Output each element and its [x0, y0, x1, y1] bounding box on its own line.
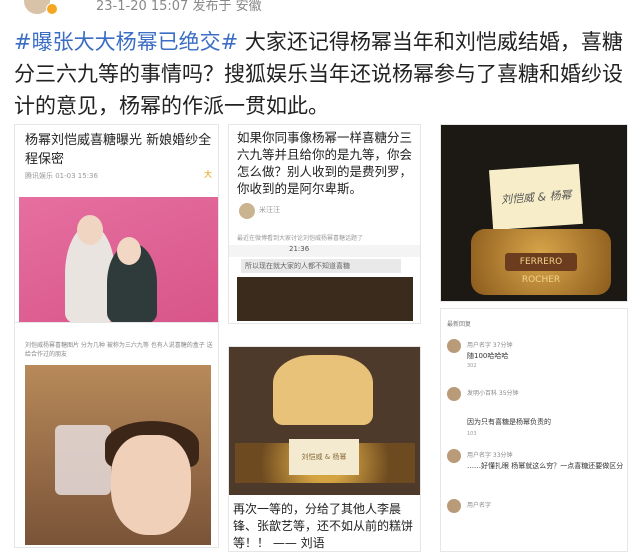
- comment-likes: 302: [467, 363, 477, 369]
- card-signature: 刘恺威 & 杨幂: [500, 188, 572, 207]
- comment-likes: 103: [467, 431, 477, 437]
- chocolate-photo: 刘恺威 & 杨幂: [229, 347, 420, 495]
- image-guy-macarons[interactable]: 刘恺威杨幂喜糖图片 分为几种 被称为三六九等 也有人说喜糖的盒子 送给合作过的朋…: [14, 322, 219, 548]
- image-chocolates[interactable]: 刘恺威 & 杨幂 再次一等的，分给了其他人李晨锋、张歆艺等，还不如从前的糕饼等！…: [228, 346, 421, 552]
- hashtag-link[interactable]: #曝张大大杨幂已绝交#: [14, 30, 238, 54]
- wedding-card: 刘恺威 & 杨幂: [289, 439, 359, 475]
- comment-name: 发明小百科 35分钟: [467, 390, 519, 397]
- avatar: [447, 339, 461, 353]
- avatar: [447, 449, 461, 463]
- guy-photo: [25, 365, 211, 545]
- comment-name: 用户名字: [467, 502, 492, 509]
- phone-status-bar: 21:36: [229, 245, 420, 257]
- avatar: [447, 387, 461, 401]
- comment-name: 用户名字 37分钟: [467, 342, 513, 349]
- chat-bubble: 所以现在就大家的人都不知道喜糖: [241, 259, 401, 273]
- verified-badge-icon: [46, 3, 58, 15]
- small-text: 最近在微博看到大家讨论刘恺威杨幂喜糖话题了: [237, 235, 364, 242]
- comment-body: 因为只有喜糖是杨幂负责的: [467, 418, 551, 426]
- ferrero-label: FERRERO ROCHER: [505, 253, 577, 285]
- comment-name: 用户名字 33分钟: [467, 452, 513, 459]
- avatar: [239, 203, 255, 219]
- image-gift-box[interactable]: 刘恺威 & 杨幂 FERRERO ROCHER: [440, 124, 628, 302]
- chocolate-caption: 再次一等的，分给了其他人李晨锋、张歆艺等，还不如从前的糕饼等！！ —— 刘语: [233, 502, 414, 550]
- image-news-card[interactable]: 杨幂刘恺威喜糖曝光 新娘婚纱全程保密 腾讯娱乐 01-03 15:36 大: [14, 124, 219, 324]
- avatar: [447, 499, 461, 513]
- comment-body: 随100哈哈哈: [467, 352, 509, 360]
- post-body: #曝张大大杨幂已绝交# 大家还记得杨幂当年和刘恺威结婚，喜糖分三六九等的事情吗？…: [14, 26, 630, 122]
- image-comments[interactable]: 最新回复 用户名字 37分钟 随100哈哈哈 302 发明小百科 35分钟 因为…: [440, 308, 628, 552]
- post-meta: 23-1-20 15:07 发布于 安徽: [96, 0, 262, 14]
- caption-small: 刘恺威杨幂喜糖图片 分为几种 被称为三六九等 也有人说喜糖的盒子 送给合作过的朋…: [25, 342, 213, 358]
- news-likes: 大: [204, 170, 212, 179]
- ferrero-box: FERRERO ROCHER: [471, 229, 611, 295]
- person-head: [117, 237, 141, 265]
- heart-chocolate-box: [273, 355, 373, 425]
- macaron-bag: [55, 425, 111, 495]
- post-header: 23-1-20 15:07 发布于 安徽: [0, 0, 642, 20]
- chocolate-photo: [237, 277, 413, 321]
- couple-photo: [19, 197, 218, 323]
- news-title: 杨幂刘恺威喜糖曝光 新娘婚纱全程保密: [25, 133, 212, 167]
- comment-body: ……好懂扎眼 杨幂就这么穷？一点喜糖还要做区分: [467, 462, 624, 470]
- face: [111, 435, 191, 535]
- wedding-card: 刘恺威 & 杨幂: [489, 163, 583, 231]
- username: 米汪汪: [259, 206, 280, 214]
- image-question-post[interactable]: 如果你同事像杨幂一样喜糖分三六九等并且给你的是九等，你会怎么做？别人收到的是费列…: [228, 124, 421, 324]
- person-head: [77, 215, 103, 245]
- news-source: 腾讯娱乐 01-03 15:36: [25, 172, 98, 180]
- question-text: 如果你同事像杨幂一样喜糖分三六九等并且给你的是九等，你会怎么做？别人收到的是费列…: [237, 130, 413, 196]
- status-time: 21:36: [289, 245, 310, 253]
- comments-header: 最新回复: [447, 321, 472, 328]
- image-grid: 杨幂刘恺威喜糖曝光 新娘婚纱全程保密 腾讯娱乐 01-03 15:36 大 如果…: [10, 124, 632, 552]
